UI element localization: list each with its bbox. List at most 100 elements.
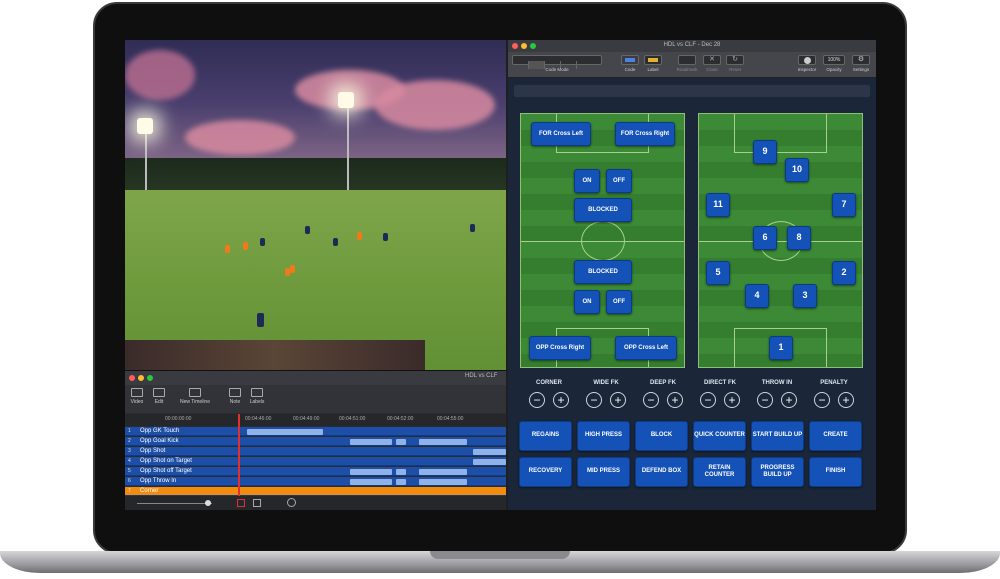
direct-fk-plus-button[interactable]: + bbox=[724, 392, 740, 408]
high-press-button[interactable]: HIGH PRESS bbox=[577, 421, 630, 451]
timeline-row[interactable]: 3 Opp Shot bbox=[125, 447, 506, 456]
video-player[interactable] bbox=[125, 40, 506, 370]
penalty-label: PENALTY bbox=[820, 380, 848, 386]
reset-button[interactable]: ↻ bbox=[726, 55, 744, 65]
code-mode-segmented-control[interactable] bbox=[512, 55, 602, 69]
row-label: Opp Shot on Target bbox=[140, 458, 192, 464]
timeline-clip[interactable] bbox=[350, 479, 392, 485]
labels-button[interactable]: Labels bbox=[237, 388, 277, 405]
timeline-clip[interactable] bbox=[396, 469, 406, 475]
player-10-button[interactable]: 10 bbox=[785, 158, 809, 182]
wide-fk-minus-button[interactable]: − bbox=[586, 392, 602, 408]
player-2-button[interactable]: 2 bbox=[832, 261, 856, 285]
penalty-minus-button[interactable]: − bbox=[814, 392, 830, 408]
player-6-button[interactable]: 6 bbox=[753, 226, 777, 250]
code-button[interactable] bbox=[621, 55, 639, 65]
timeline-row[interactable]: 2 Opp Goal Kick bbox=[125, 437, 506, 446]
close-window-icon[interactable] bbox=[129, 375, 135, 381]
zoom-slider[interactable] bbox=[137, 503, 212, 504]
progress-build-up-button[interactable]: PROGRESS BUILD UP bbox=[751, 457, 804, 487]
timeline-row[interactable]: 7 Corner bbox=[125, 487, 506, 496]
player-4-button[interactable]: 4 bbox=[745, 284, 769, 308]
throw-in-plus-button[interactable]: + bbox=[781, 392, 797, 408]
edit-tool-button[interactable]: Edit bbox=[139, 388, 179, 405]
for-cross-left-button[interactable]: FOR Cross Left bbox=[531, 122, 591, 146]
penalty-plus-button[interactable]: + bbox=[838, 392, 854, 408]
player-11-button[interactable]: 11 bbox=[706, 193, 730, 217]
retain-counter-button[interactable]: RETAIN COUNTER bbox=[693, 457, 746, 487]
opp-cross-left-button[interactable]: OPP Cross Left bbox=[615, 336, 677, 360]
timeline-clip[interactable] bbox=[396, 439, 406, 445]
timeline-bottom-bar bbox=[125, 496, 506, 510]
opacity-label: Opacity bbox=[826, 67, 842, 72]
corner-minus-button[interactable]: − bbox=[529, 392, 545, 408]
video-player-figure bbox=[333, 238, 338, 246]
block-button[interactable]: BLOCK bbox=[635, 421, 688, 451]
on-target-bottom-button[interactable]: ON bbox=[574, 290, 600, 314]
player-3-button[interactable]: 3 bbox=[793, 284, 817, 308]
blocked-bottom-button[interactable]: BLOCKED bbox=[574, 260, 632, 284]
timeline-clip[interactable] bbox=[350, 469, 392, 475]
player-1-button[interactable]: 1 bbox=[769, 336, 793, 360]
player-9-button[interactable]: 9 bbox=[753, 140, 777, 164]
off-target-top-button[interactable]: OFF bbox=[606, 169, 632, 193]
create-button[interactable]: CREATE bbox=[809, 421, 862, 451]
timeline-clip[interactable] bbox=[473, 449, 506, 455]
timeline-clip[interactable] bbox=[396, 479, 406, 485]
recovery-button[interactable]: RECOVERY bbox=[519, 457, 572, 487]
timeline-clip[interactable] bbox=[419, 439, 467, 445]
wide-fk-plus-button[interactable]: + bbox=[610, 392, 626, 408]
close-icon: ✕ bbox=[709, 56, 715, 63]
off-target-bottom-button[interactable]: OFF bbox=[606, 290, 632, 314]
code-search-bar[interactable] bbox=[514, 85, 870, 97]
reset-icon: ↻ bbox=[732, 56, 738, 63]
for-cross-right-button[interactable]: FOR Cross Right bbox=[615, 122, 675, 146]
throw-in-minus-button[interactable]: − bbox=[757, 392, 773, 408]
quick-counter-button[interactable]: QUICK COUNTER bbox=[693, 421, 746, 451]
timeline-clip[interactable] bbox=[247, 429, 323, 435]
timeline-row[interactable]: 1 Opp GK Touch bbox=[125, 427, 506, 436]
roadmark-label: Roadmark bbox=[676, 67, 698, 72]
layout-icon[interactable] bbox=[253, 499, 261, 507]
zoom-slider-thumb[interactable] bbox=[205, 500, 211, 506]
timeline-clip[interactable] bbox=[419, 469, 467, 475]
close-button[interactable]: ✕ bbox=[703, 55, 721, 65]
defend-box-button[interactable]: DEFEND BOX bbox=[635, 457, 688, 487]
deep-fk-minus-button[interactable]: − bbox=[643, 392, 659, 408]
opacity-select[interactable]: 100% bbox=[823, 55, 845, 65]
deep-fk-plus-button[interactable]: + bbox=[667, 392, 683, 408]
timeline-clip[interactable] bbox=[419, 479, 467, 485]
minimize-window-icon[interactable] bbox=[138, 375, 144, 381]
label-button[interactable] bbox=[644, 55, 662, 65]
corner-plus-button[interactable]: + bbox=[553, 392, 569, 408]
gear-icon[interactable] bbox=[287, 498, 296, 507]
direct-fk-minus-button[interactable]: − bbox=[700, 392, 716, 408]
on-target-top-button[interactable]: ON bbox=[574, 169, 600, 193]
roadmark-button[interactable] bbox=[678, 55, 696, 65]
player-8-button[interactable]: 8 bbox=[787, 226, 811, 250]
timeline-row[interactable]: 4 Opp Shot on Target bbox=[125, 457, 506, 466]
timeline-row[interactable]: 5 Opp Shot off Target bbox=[125, 467, 506, 476]
timeline-clip[interactable] bbox=[350, 439, 392, 445]
start-build-up-button[interactable]: START BUILD UP bbox=[751, 421, 804, 451]
inspector-button[interactable] bbox=[798, 55, 816, 65]
mid-press-button[interactable]: MID PRESS bbox=[577, 457, 630, 487]
timeline-clip[interactable] bbox=[473, 459, 506, 465]
opp-cross-right-button[interactable]: OPP Cross Right bbox=[529, 336, 591, 360]
timeline-row[interactable]: 6 Opp Throw In bbox=[125, 477, 506, 486]
timeline-ruler[interactable]: 00:00:00:00 00:04:46:00 00:04:49:00 00:0… bbox=[125, 414, 506, 426]
new-timeline-button[interactable]: New Timeline bbox=[175, 388, 215, 405]
timeline-toolbar: Video Edit New Timeline Note Labels bbox=[125, 385, 506, 413]
blocked-top-button[interactable]: BLOCKED bbox=[574, 198, 632, 222]
regains-button[interactable]: REGAINS bbox=[519, 421, 572, 451]
timeline-playhead[interactable] bbox=[238, 414, 240, 500]
finish-button[interactable]: FINISH bbox=[809, 457, 862, 487]
video-player-figure bbox=[243, 242, 248, 250]
coding-window-title: HDL vs CLF - Dec 28 bbox=[663, 42, 721, 48]
player-7-button[interactable]: 7 bbox=[832, 193, 856, 217]
label-label: Label bbox=[647, 67, 659, 72]
record-icon[interactable] bbox=[237, 499, 245, 507]
maximize-window-icon[interactable] bbox=[147, 375, 153, 381]
player-5-button[interactable]: 5 bbox=[706, 261, 730, 285]
settings-button[interactable]: ⚙ bbox=[852, 55, 870, 65]
